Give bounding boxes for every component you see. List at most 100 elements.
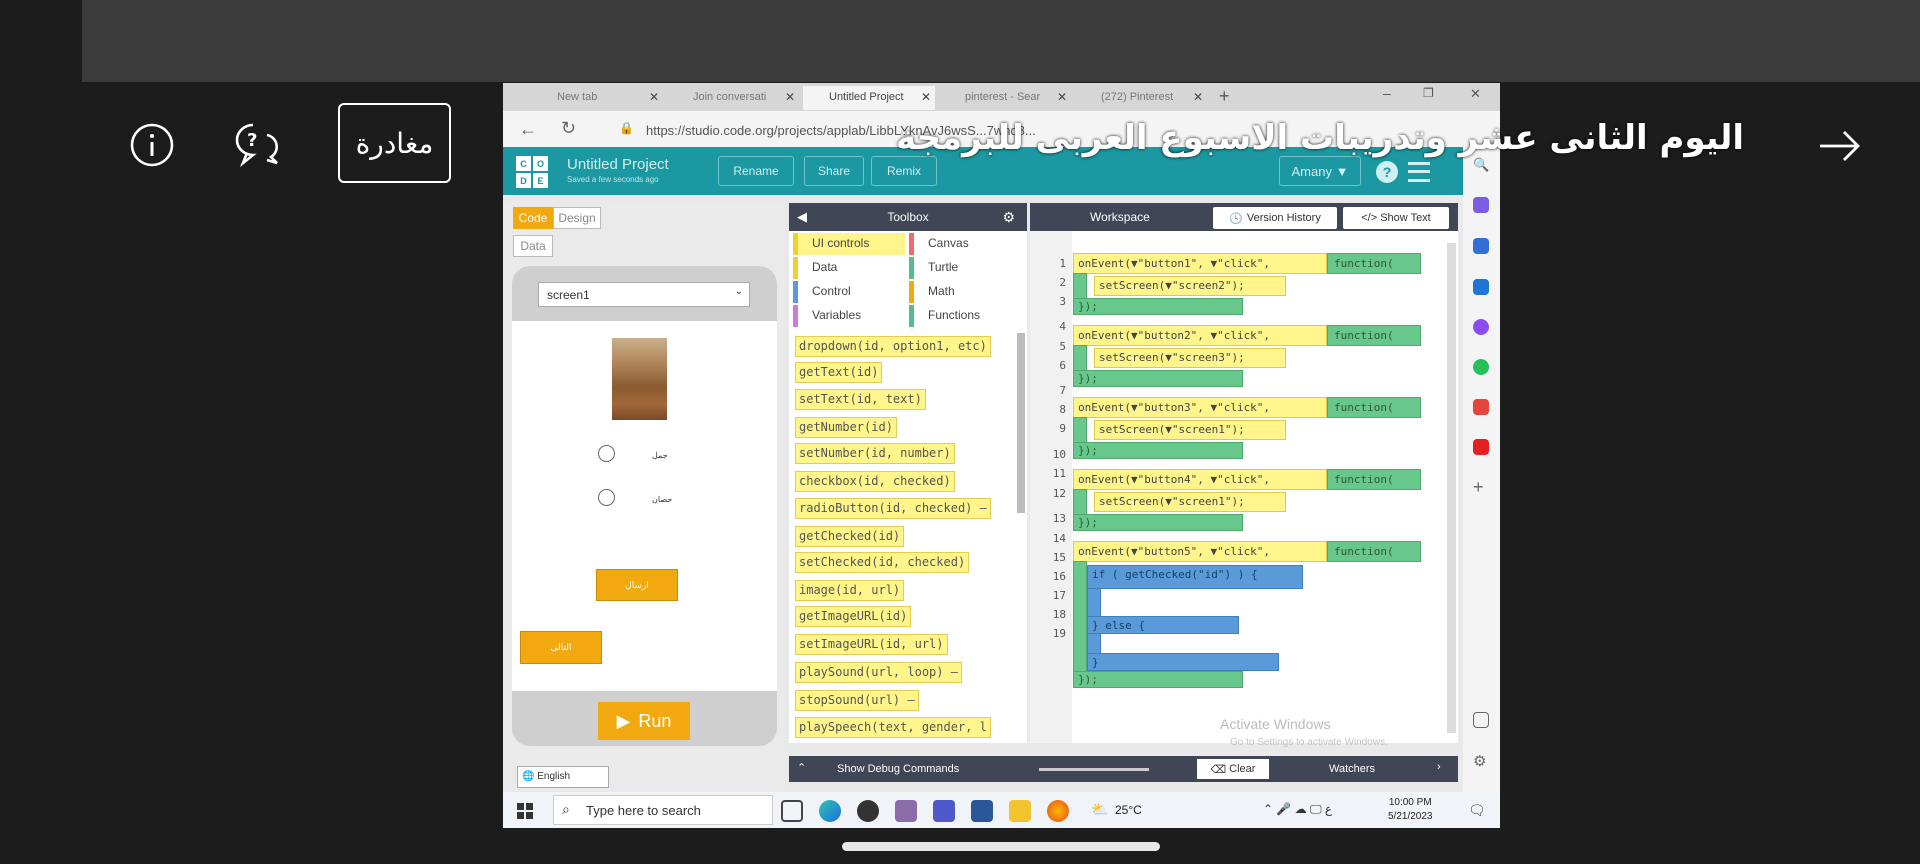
toolbox-block[interactable]: playSpeech(text, gender, l [795,717,991,738]
workspace-scrollbar[interactable] [1447,243,1456,733]
category-turtle[interactable]: Turtle [909,257,1021,279]
add-icon[interactable]: + [1473,478,1489,496]
toolbox-block[interactable]: getText(id) [795,362,883,383]
minimize-icon[interactable]: – [1383,85,1391,101]
toolbox-block[interactable]: setImageURL(id, url) [795,634,948,655]
function-block[interactable]: function( [1327,325,1421,346]
firefox-icon[interactable] [1047,800,1069,822]
maximize-icon[interactable]: ❐ [1423,86,1434,100]
messenger-icon[interactable] [1473,319,1489,335]
show-text-button[interactable]: </> Show Text [1343,207,1449,229]
reload-icon[interactable]: ↻ [561,118,576,139]
function-block[interactable]: function( [1327,397,1421,418]
taskview-icon[interactable] [781,800,803,822]
chat-help-button[interactable]: ? [232,120,284,170]
copilot-icon[interactable] [1473,197,1489,213]
browser-tab[interactable]: (272) Pinterest ✕ [1075,86,1207,110]
close-icon[interactable]: ✕ [1193,90,1203,104]
category-variables[interactable]: Variables [793,305,905,327]
close-icon[interactable]: ✕ [921,90,931,104]
version-history-button[interactable]: 🕓 Version History [1213,207,1337,229]
window-close-icon[interactable]: ✕ [1470,86,1481,102]
rename-button[interactable]: Rename [718,156,794,186]
outlook-icon[interactable] [1473,279,1489,295]
browser-tab[interactable]: New tab ✕ [531,86,663,110]
onevent-block[interactable]: onEvent(▼"button3", ▼"click", [1073,397,1327,418]
screen-dropdown[interactable]: screen1 ⌄ [538,282,750,307]
help-icon[interactable]: ? [1376,161,1398,183]
close-icon[interactable]: ✕ [785,90,795,104]
search-icon[interactable]: 🔍 [1473,157,1489,173]
tab-design[interactable]: Design [553,207,601,229]
weather-text[interactable]: 25°C [1115,803,1142,817]
toolbox-block[interactable]: setChecked(id, checked) [795,552,970,573]
next-button[interactable]: التالى [520,631,602,664]
notifications-icon[interactable]: 🗨 [1468,802,1486,819]
browser-tab-active[interactable]: Untitled Project ✕ [803,86,935,110]
back-icon[interactable]: ← [519,119,537,140]
category-control[interactable]: Control [793,281,905,303]
whatsapp-icon[interactable] [1473,359,1489,375]
shopping-icon[interactable] [1473,238,1489,254]
language-select[interactable]: 🌐 English [517,766,609,788]
sidebar-toggle-icon[interactable] [1473,712,1489,728]
new-tab-icon[interactable]: + [1219,86,1230,107]
obs-icon[interactable] [857,800,879,822]
toolbox-block[interactable]: dropdown(id, option1, etc) [795,336,991,357]
chevron-right-icon[interactable]: › [1437,761,1441,773]
file-explorer-icon[interactable] [1009,800,1031,822]
else-block[interactable]: } else { [1087,616,1239,634]
tab-code[interactable]: Code [513,207,553,229]
word-icon[interactable] [971,800,993,822]
expand-icon[interactable]: ⌃ [797,761,806,774]
setscreen-block[interactable]: setScreen(▼"screen2"); [1094,276,1286,296]
close-icon[interactable]: ✕ [1057,90,1067,104]
back-arrow-button[interactable] [1818,124,1862,168]
setscreen-block[interactable]: setScreen(▼"screen1"); [1094,492,1286,512]
teams-icon[interactable] [933,800,955,822]
browser-tab[interactable]: Join conversati ✕ [667,86,799,110]
setscreen-block[interactable]: setScreen(▼"screen3"); [1094,348,1286,368]
function-block[interactable]: function( [1327,541,1421,562]
browser-tab[interactable]: pinterest - Sear ✕ [939,86,1071,110]
toolbox-block[interactable]: checkbox(id, checked) [795,471,955,492]
user-menu[interactable]: Amany ▼ [1279,156,1361,186]
category-canvas[interactable]: Canvas [909,233,1021,255]
toolbox-block[interactable]: stopSound(url) — [795,690,919,711]
collapse-icon[interactable]: ◀ [797,209,807,225]
setscreen-block[interactable]: setScreen(▼"screen1"); [1094,420,1286,440]
code-logo[interactable]: CODE [516,156,548,188]
close-icon[interactable]: ✕ [649,90,659,104]
share-button[interactable]: Share [804,156,864,186]
show-debug-label[interactable]: Show Debug Commands [837,763,959,775]
taskbar-search[interactable]: ⌕ Type here to search [553,795,773,825]
if-block[interactable]: if ( getChecked("id") ) { [1087,565,1303,589]
toolbox-block[interactable]: setNumber(id, number) [795,443,955,464]
run-button[interactable]: ▶ Run [598,702,690,740]
remix-button[interactable]: Remix [871,156,937,186]
toolbox-block[interactable]: getChecked(id) [795,526,905,547]
gmail-icon[interactable] [1473,399,1489,415]
home-indicator[interactable] [842,842,1160,851]
hamburger-icon[interactable] [1408,162,1430,182]
onevent-block[interactable]: onEvent(▼"button5", ▼"click", [1073,541,1327,562]
windows-start-icon[interactable] [517,803,533,819]
category-data[interactable]: Data [793,257,905,279]
tray-icons[interactable]: ⌃ 🎤 ☁ 🖵 ع [1263,802,1332,817]
toolbox-block[interactable]: getNumber(id) [795,417,897,438]
edge-icon[interactable] [819,800,841,822]
tab-data[interactable]: Data [513,235,553,257]
settings-icon[interactable]: ⚙ [1473,752,1489,770]
category-math[interactable]: Math [909,281,1021,303]
radio-button-1[interactable] [598,445,615,462]
info-button[interactable] [128,121,176,169]
send-button[interactable]: ارسال [596,569,678,601]
watchers-label[interactable]: Watchers [1329,763,1375,775]
category-ui-controls[interactable]: UI controls [793,233,905,255]
app-icon[interactable] [895,800,917,822]
category-functions[interactable]: Functions [909,305,1021,327]
onevent-block[interactable]: onEvent(▼"button1", ▼"click", [1073,253,1327,274]
radio-button-2[interactable] [598,489,615,506]
toolbox-block[interactable]: setText(id, text) [795,389,926,410]
clear-button[interactable]: ⌫ Clear [1197,759,1269,779]
